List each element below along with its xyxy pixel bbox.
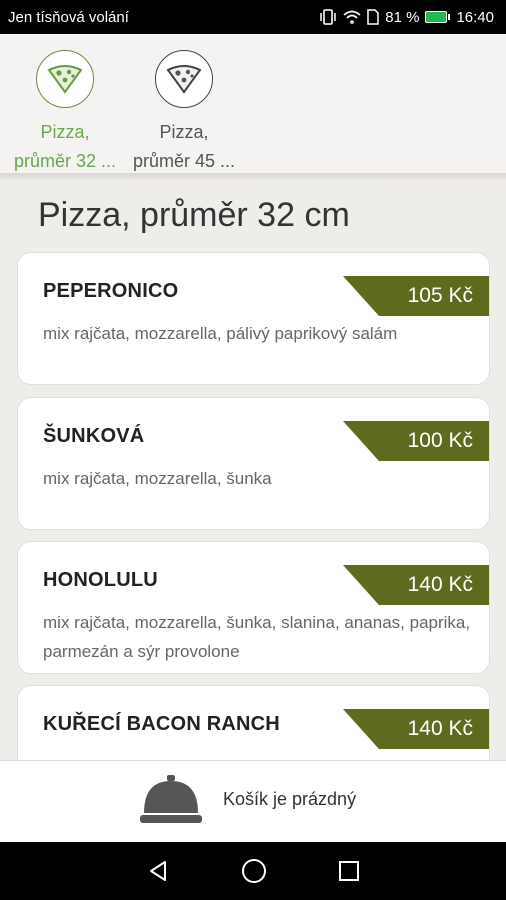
product-name: ŠUNKOVÁ [43,425,145,447]
product-name: HONOLULU [43,569,158,591]
category-pizza-32[interactable]: Pizza, průměr 32 ... [6,50,124,173]
category-icon-circle [155,50,213,108]
section-title: Pizza, průměr 32 cm [38,196,350,234]
sim-icon [367,9,379,25]
cart-bar[interactable]: Košík je prázdný [0,760,506,842]
cart-status-text: Košík je prázdný [223,789,357,809]
system-nav-bar [0,842,506,900]
product-card[interactable]: ŠUNKOVÁ mix rajčata, mozzarella, šunka 1… [17,397,490,530]
product-name: PEPERONICO [43,280,179,302]
home-icon[interactable] [241,858,267,884]
product-description: mix rajčata, mozzarella, šunka, slanina,… [43,613,471,661]
product-card[interactable]: HONOLULU mix rajčata, mozzarella, šunka,… [17,541,490,674]
header-shadow [0,173,506,181]
category-label: Pizza, průměr 45 ... [132,122,236,171]
product-card[interactable]: PEPERONICO mix rajčata, mozzarella, páli… [17,252,490,385]
carrier-text: Jen tísňová volání [8,8,129,26]
product-description: mix rajčata, mozzarella, pálivý paprikov… [43,324,398,343]
price-tag: 100 Kč [343,421,489,461]
category-icon-circle [36,50,94,108]
category-pizza-45[interactable]: Pizza, průměr 45 ... [125,50,243,173]
service-bell-icon [140,775,202,823]
product-name: KUŘECÍ BACON RANCH [43,713,280,735]
category-label: Pizza, průměr 32 ... [13,122,117,171]
battery-icon [425,11,451,23]
pizza-slice-icon [47,65,83,94]
back-icon[interactable] [146,859,170,883]
pizza-slice-icon [166,65,202,94]
battery-percent: 81 % [385,8,420,26]
status-icons: 81 % 16:40 [319,9,494,26]
price-tag: 140 Kč [343,709,489,749]
price-tag: 105 Kč [343,276,489,316]
price-tag: 140 Kč [343,565,489,605]
vibrate-icon [320,9,336,25]
wifi-icon [343,10,361,24]
category-tabs: Pizza, průměr 32 ... Pizza, průměr 45 ..… [0,34,506,174]
recents-icon[interactable] [338,860,360,882]
clock-time: 16:40 [456,8,494,26]
status-bar: Jen tísňová volání 81 % 16:40 [0,0,506,34]
product-description: mix rajčata, mozzarella, šunka [43,469,272,488]
